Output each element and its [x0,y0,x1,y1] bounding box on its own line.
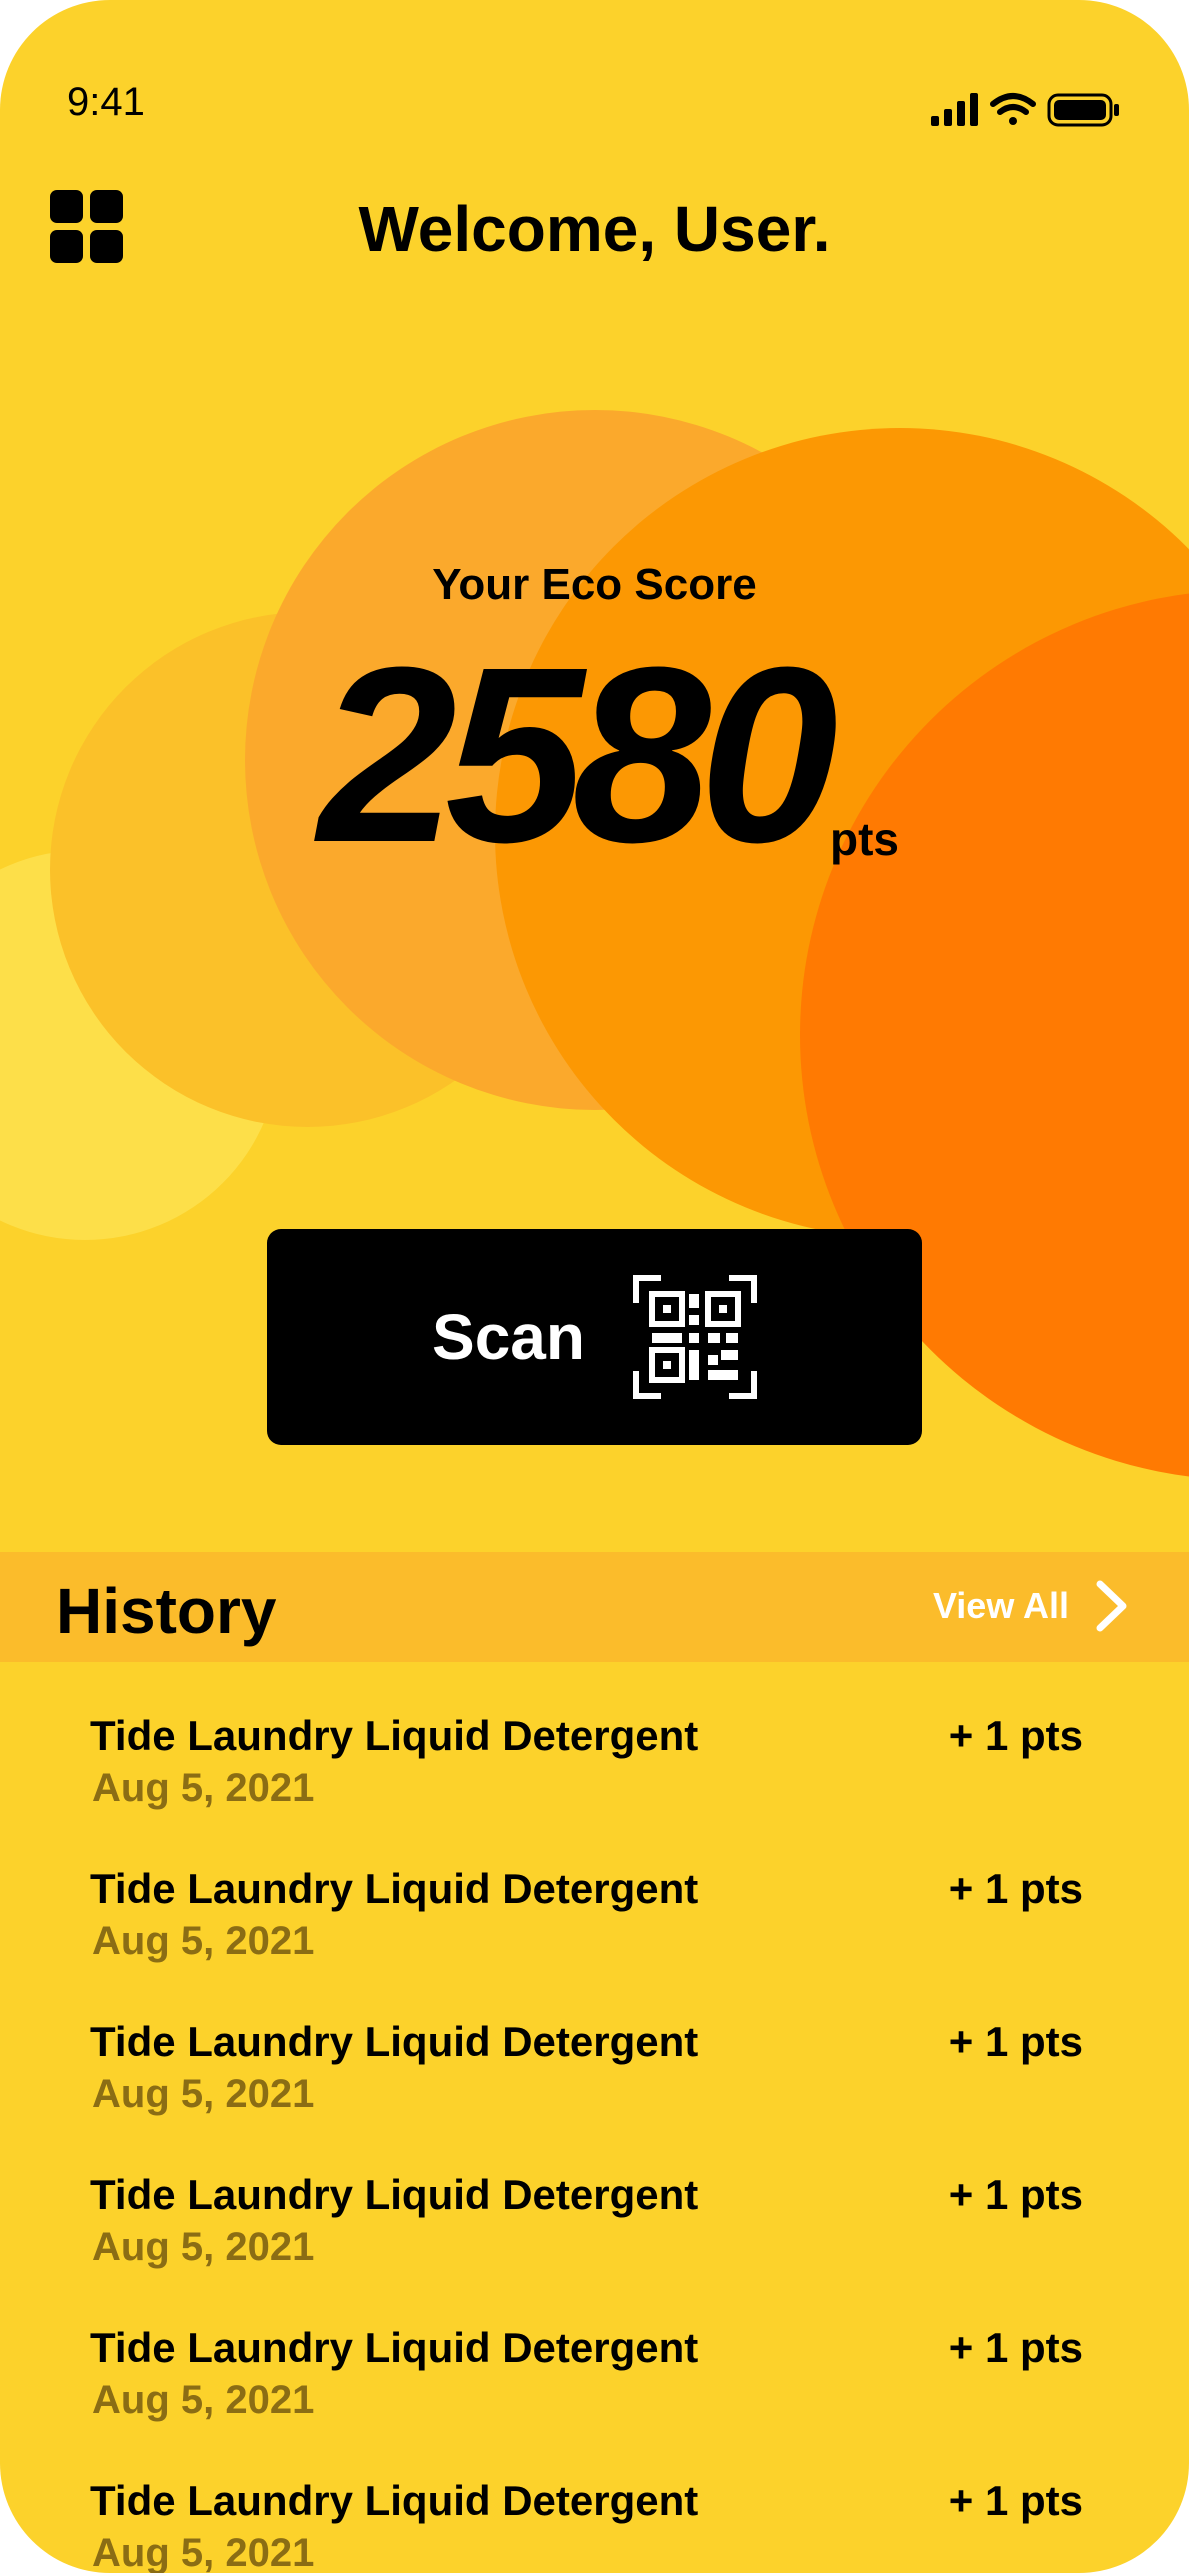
status-icons [931,93,1119,127]
history-item-points: + 1 pts [948,1865,1083,1912]
eco-score-unit: pts [830,813,899,865]
history-item-date: Aug 5, 2021 [92,2378,315,2422]
history-item-points: + 1 pts [948,2018,1083,2065]
wifi-icon [990,93,1036,125]
history-item-date: Aug 5, 2021 [92,2225,315,2269]
history-item-date: Aug 5, 2021 [92,1766,315,1810]
view-all-button[interactable]: View All [933,1580,1129,1632]
history-item[interactable]: Tide Laundry Liquid Detergent Aug 5, 202… [0,2312,1189,2465]
chevron-right-icon [1096,1580,1127,1632]
history-item[interactable]: Tide Laundry Liquid Detergent Aug 5, 202… [0,2465,1189,2573]
view-all-label: View All [932,1585,1069,1626]
status-time: 9:41 [67,80,145,124]
battery-icon [1047,93,1119,127]
scan-button[interactable]: Scan [267,1229,922,1445]
history-item-name: Tide Laundry Liquid Detergent [90,2171,699,2218]
history-item-points: + 1 pts [948,2477,1083,2524]
eco-score-label: Your Eco Score [432,560,757,609]
history-item[interactable]: Tide Laundry Liquid Detergent Aug 5, 202… [0,2159,1189,2312]
history-list: Tide Laundry Liquid Detergent Aug 5, 202… [0,1700,1189,2573]
history-item[interactable]: Tide Laundry Liquid Detergent Aug 5, 202… [0,2006,1189,2159]
history-item-name: Tide Laundry Liquid Detergent [90,2018,699,2065]
history-item[interactable]: Tide Laundry Liquid Detergent Aug 5, 202… [0,1700,1189,1853]
history-item-points: + 1 pts [948,2171,1083,2218]
history-item-name: Tide Laundry Liquid Detergent [90,1865,699,1912]
history-item-name: Tide Laundry Liquid Detergent [90,1712,699,1759]
history-item-name: Tide Laundry Liquid Detergent [90,2324,699,2371]
history-item-date: Aug 5, 2021 [92,1919,315,1963]
history-item-points: + 1 pts [948,1712,1083,1759]
eco-score-value: 2580 [318,615,838,894]
page-title: Welcome, User. [358,193,831,265]
history-header: History View All [0,1552,1189,1662]
scan-button-label: Scan [432,1301,585,1373]
history-item[interactable]: Tide Laundry Liquid Detergent Aug 5, 202… [0,1853,1189,2006]
history-item-date: Aug 5, 2021 [92,2531,315,2573]
history-title: History [56,1575,277,1647]
history-item-points: + 1 pts [948,2324,1083,2371]
app-screen: 9:41 Welcome, User. Your Eco Score 2580 … [0,0,1189,2573]
signal-icon [931,93,978,126]
history-item-name: Tide Laundry Liquid Detergent [90,2477,699,2524]
history-item-date: Aug 5, 2021 [92,2072,315,2116]
qr-code-icon [632,1275,757,1399]
